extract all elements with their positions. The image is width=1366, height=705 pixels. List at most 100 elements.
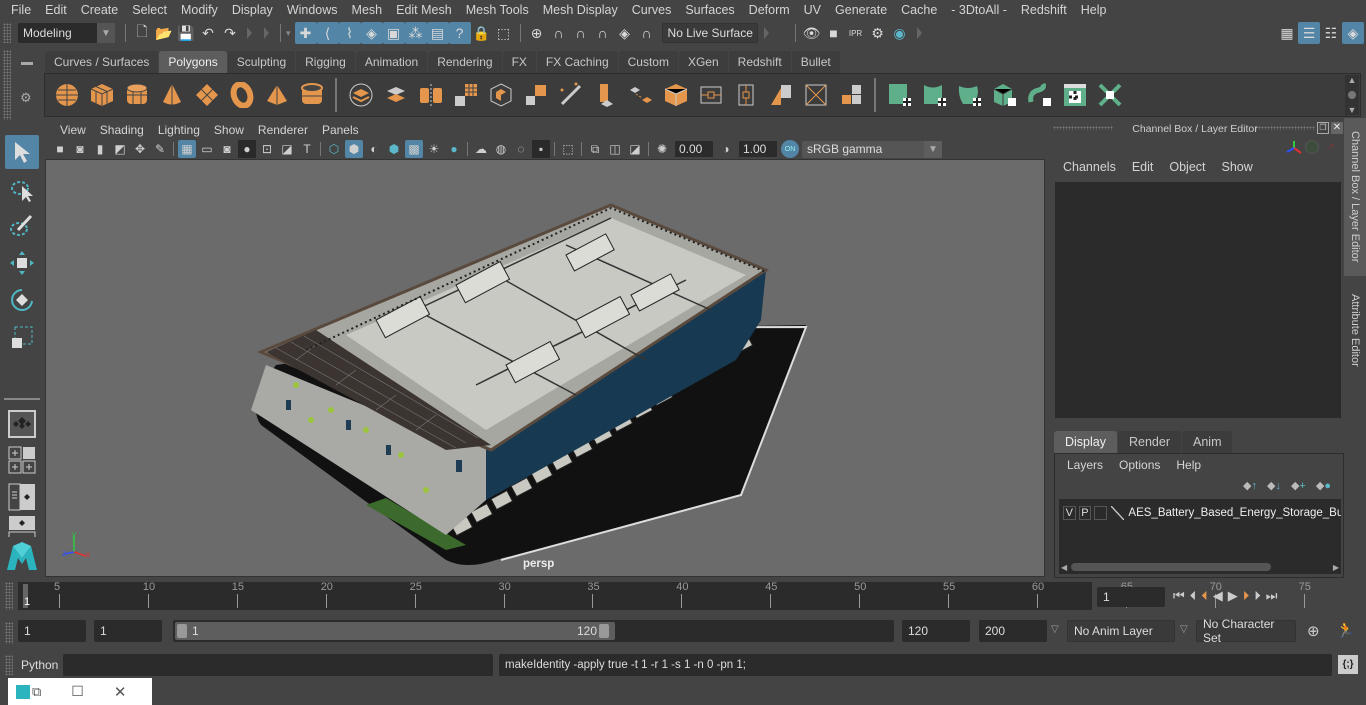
render-frame-icon[interactable]: ■ bbox=[823, 22, 845, 44]
xray-active-icon[interactable]: ◫ bbox=[606, 140, 624, 158]
unfold-uv-icon[interactable] bbox=[1025, 80, 1055, 110]
shelf-tab-custom[interactable]: Custom bbox=[618, 51, 678, 73]
new-scene-icon[interactable]: 🗋 bbox=[131, 22, 153, 44]
shelf-tab-rendering[interactable]: Rendering bbox=[428, 51, 502, 73]
make-live-icon[interactable]: ∩ bbox=[636, 22, 658, 44]
save-scene-icon[interactable]: 💾 bbox=[175, 22, 197, 44]
grid-icon[interactable]: ▦ bbox=[178, 140, 196, 158]
cylindrical-uv-icon[interactable] bbox=[920, 80, 950, 110]
outliner-persp-layout-icon[interactable] bbox=[5, 480, 39, 514]
drag-grip[interactable] bbox=[3, 23, 11, 43]
multicut-icon[interactable] bbox=[556, 80, 586, 110]
uv-editor-icon[interactable] bbox=[1060, 80, 1090, 110]
select-vertex-icon[interactable]: ◈ bbox=[360, 22, 383, 44]
scroll-thumb[interactable] bbox=[1348, 91, 1356, 99]
render-settings-icon[interactable]: ⚙ bbox=[867, 22, 889, 44]
shelf-menu-icon[interactable] bbox=[21, 62, 33, 65]
rotate-tool-icon[interactable] bbox=[5, 283, 39, 317]
close-window-icon[interactable]: ✕ bbox=[114, 683, 127, 701]
select-misc-icon[interactable]: ? bbox=[448, 22, 471, 44]
menu-create[interactable]: Create bbox=[74, 3, 126, 17]
spherical-uv-icon[interactable] bbox=[955, 80, 985, 110]
animation-preferences-icon[interactable]: 🏃 bbox=[1336, 621, 1355, 639]
image-plane-icon[interactable]: ◩ bbox=[111, 140, 129, 158]
play-backwards-icon[interactable]: ◀ bbox=[1213, 588, 1223, 604]
menu-help[interactable]: Help bbox=[1074, 3, 1114, 17]
range-start-handle[interactable] bbox=[177, 624, 187, 638]
shelf-tab-xgen[interactable]: XGen bbox=[678, 51, 728, 73]
range-slider[interactable]: 1 120 bbox=[173, 620, 894, 642]
depth-of-field-icon[interactable]: ▪ bbox=[532, 140, 550, 158]
menu-cache[interactable]: Cache bbox=[894, 3, 944, 17]
shelf-tab-fx-caching[interactable]: FX Caching bbox=[536, 51, 618, 73]
fill-hole-icon[interactable] bbox=[801, 80, 831, 110]
shelf-tab-rigging[interactable]: Rigging bbox=[296, 51, 355, 73]
ipr-render-icon[interactable]: IPR bbox=[845, 22, 867, 44]
select-uv-icon[interactable]: ▤ bbox=[426, 22, 449, 44]
redo-icon[interactable]: ↷ bbox=[219, 22, 241, 44]
gamma-field[interactable]: 1.00 bbox=[739, 141, 777, 157]
smooth-shade-icon[interactable]: ⬢ bbox=[345, 140, 363, 158]
extract-icon[interactable] bbox=[486, 80, 516, 110]
close-icon[interactable]: ✕ bbox=[1331, 122, 1343, 134]
wireframe-on-shaded-icon[interactable]: ⬢ bbox=[385, 140, 403, 158]
step-forward-key-icon[interactable]: ⏵ bbox=[1243, 588, 1250, 604]
modeling-toolkit-icon[interactable]: ▦ bbox=[1276, 22, 1298, 44]
scroll-right-icon[interactable]: ▶ bbox=[1333, 563, 1339, 572]
layer-playback-toggle[interactable]: P bbox=[1078, 506, 1092, 520]
show-menu[interactable]: Show bbox=[1214, 160, 1261, 174]
object-menu[interactable]: Object bbox=[1161, 160, 1213, 174]
menu-redshift[interactable]: Redshift bbox=[1014, 3, 1074, 17]
playback-end-field[interactable]: 120 bbox=[902, 620, 970, 642]
automatic-uv-icon[interactable] bbox=[990, 80, 1020, 110]
layer-display-type-toggle[interactable] bbox=[1094, 506, 1107, 520]
script-editor-icon[interactable]: {;} bbox=[1338, 655, 1358, 674]
speed-icon[interactable] bbox=[1305, 140, 1319, 154]
film-gate-icon[interactable]: ▭ bbox=[198, 140, 216, 158]
select-face-icon[interactable]: ⁂ bbox=[404, 22, 427, 44]
select-by-component-icon[interactable]: ⌇ bbox=[338, 22, 361, 44]
playback-start-field[interactable]: 1 bbox=[94, 620, 162, 642]
character-set-selector[interactable]: No Character Set bbox=[1196, 617, 1296, 645]
anim-layer-selector[interactable]: No Anim Layer bbox=[1067, 620, 1175, 642]
planar-uv-icon[interactable] bbox=[885, 80, 915, 110]
viewport-menu-renderer[interactable]: Renderer bbox=[251, 123, 315, 137]
menu-generate[interactable]: Generate bbox=[828, 3, 894, 17]
chevron-down-icon[interactable]: ▽ bbox=[1180, 624, 1188, 635]
menu-curves[interactable]: Curves bbox=[625, 3, 679, 17]
manipulator-icon[interactable] bbox=[1285, 139, 1303, 157]
bevel-icon[interactable] bbox=[521, 80, 551, 110]
2d-pan-zoom-icon[interactable]: ✥ bbox=[131, 140, 149, 158]
scroll-up-icon[interactable]: ▲ bbox=[1348, 75, 1357, 85]
channels-menu[interactable]: Channels bbox=[1055, 160, 1124, 174]
use-all-lights-icon[interactable]: ☀ bbox=[425, 140, 443, 158]
select-by-hierarchy-icon[interactable]: ✚ bbox=[294, 22, 317, 44]
edit-menu[interactable]: Edit bbox=[1124, 160, 1162, 174]
side-tab-channel-box[interactable]: Channel Box / Layer Editor bbox=[1344, 118, 1366, 276]
safe-title-icon[interactable]: T bbox=[298, 140, 316, 158]
current-frame-field[interactable]: 1 bbox=[1097, 587, 1165, 607]
bookmark-icon[interactable]: ▮ bbox=[91, 140, 109, 158]
shade-default-material-icon[interactable]: ◐ bbox=[365, 140, 383, 158]
xray-joints-icon[interactable]: ◪ bbox=[626, 140, 644, 158]
isolate-select-icon[interactable]: ⬚ bbox=[559, 140, 577, 158]
restore-icon[interactable]: ⧉ bbox=[32, 684, 41, 700]
layer-color-swatch[interactable] bbox=[1110, 506, 1125, 520]
shelf-tab-redshift[interactable]: Redshift bbox=[728, 51, 791, 73]
layers-menu[interactable]: Layers bbox=[1059, 456, 1111, 474]
help-menu[interactable]: Help bbox=[1168, 456, 1209, 474]
combine-icon[interactable] bbox=[346, 80, 376, 110]
new-layer-selected-icon[interactable]: ◆● bbox=[1316, 479, 1331, 492]
menu-display[interactable]: Display bbox=[225, 3, 280, 17]
menu-mesh-tools[interactable]: Mesh Tools bbox=[459, 3, 536, 17]
exposure-field[interactable]: 0.00 bbox=[675, 141, 713, 157]
poly-pipe-icon[interactable] bbox=[297, 80, 327, 110]
select-edge-icon[interactable]: ▣ bbox=[382, 22, 405, 44]
persp-graph-layout-icon[interactable] bbox=[5, 515, 39, 537]
undo-icon[interactable]: ↶ bbox=[197, 22, 219, 44]
open-scene-icon[interactable]: 📂 bbox=[153, 22, 175, 44]
viewport-menu-view[interactable]: View bbox=[53, 123, 93, 137]
script-language-toggle[interactable]: Python bbox=[21, 658, 58, 672]
safe-action-icon[interactable]: ◪ bbox=[278, 140, 296, 158]
field-chart-icon[interactable]: ⊡ bbox=[258, 140, 276, 158]
